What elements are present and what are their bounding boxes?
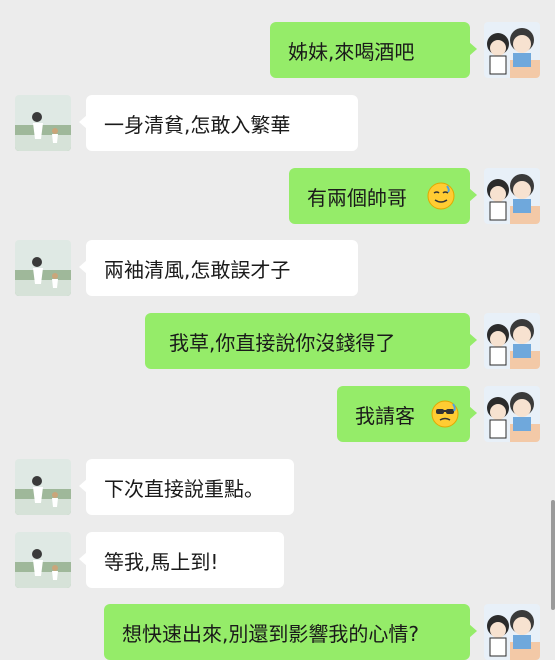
self-avatar[interactable] — [484, 22, 540, 78]
message-text: 兩袖清風,怎敢誤才子 — [104, 257, 291, 282]
self-avatar[interactable] — [484, 313, 540, 369]
message-text: 姊妹,來喝酒吧 — [288, 39, 415, 64]
self-avatar[interactable] — [484, 168, 540, 224]
message-text: 下次直接說重點。 — [104, 476, 264, 501]
message-text: 我草,你直接說你沒錢得了 — [169, 330, 396, 355]
message-bubble-friend[interactable]: 等我,馬上到! — [79, 532, 284, 588]
chat-area: 姊妹,來喝酒吧 一身清貧,怎敢入繁華 有兩個帥哥 兩袖清風,怎敢誤才子 我草,你… — [0, 0, 555, 660]
friend-avatar[interactable] — [15, 459, 71, 515]
sunglasses-sweat-emoji-icon — [431, 400, 459, 428]
self-avatar[interactable] — [484, 604, 540, 660]
friend-avatar[interactable] — [15, 95, 71, 151]
friend-avatar[interactable] — [15, 240, 71, 296]
message-text: 有兩個帥哥 — [307, 185, 407, 210]
message-text: 等我,馬上到! — [104, 549, 219, 574]
message-bubble-self[interactable]: 有兩個帥哥 — [289, 168, 477, 224]
friend-avatar[interactable] — [15, 532, 71, 588]
scrollbar[interactable] — [551, 500, 555, 610]
message-bubble-self[interactable]: 我請客 — [337, 386, 477, 442]
message-bubble-friend[interactable]: 下次直接說重點。 — [79, 459, 294, 515]
message-bubble-self[interactable]: 姊妹,來喝酒吧 — [270, 22, 477, 78]
message-bubble-friend[interactable]: 一身清貧,怎敢入繁華 — [79, 95, 358, 151]
message-text: 我請客 — [355, 403, 415, 428]
self-avatar[interactable] — [484, 386, 540, 442]
message-text: 想快速出來,別還到影響我的心情? — [122, 622, 419, 646]
message-bubble-self[interactable]: 我草,你直接說你沒錢得了 — [145, 313, 477, 369]
message-text: 一身清貧,怎敢入繁華 — [104, 112, 291, 137]
message-bubble-self[interactable]: 想快速出來,別還到影響我的心情? — [104, 604, 477, 660]
relieved-face-emoji-icon — [427, 182, 455, 210]
message-bubble-friend[interactable]: 兩袖清風,怎敢誤才子 — [79, 240, 358, 296]
